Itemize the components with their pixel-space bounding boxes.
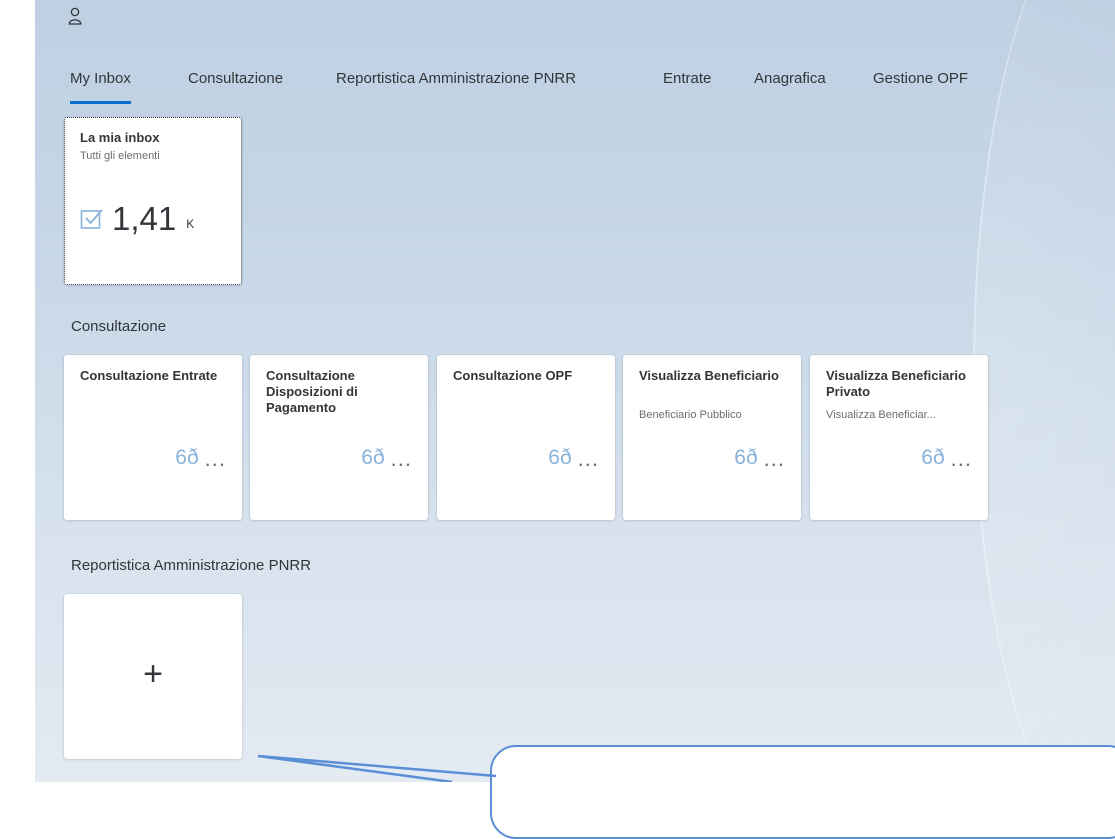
callout-pointer xyxy=(257,754,497,782)
